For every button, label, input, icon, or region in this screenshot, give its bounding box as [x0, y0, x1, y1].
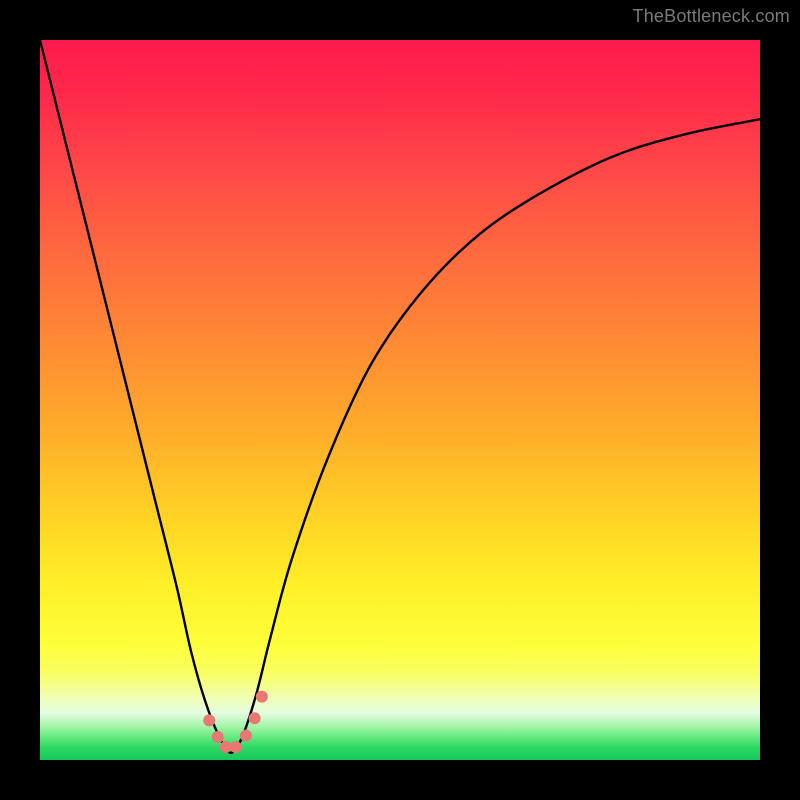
chart-stage: TheBottleneck.com	[0, 0, 800, 800]
dot-6	[249, 712, 261, 724]
dot-7	[256, 691, 268, 703]
watermark-text: TheBottleneck.com	[633, 6, 790, 27]
plot-area	[40, 40, 760, 760]
dot-4	[230, 741, 242, 753]
dot-1	[203, 714, 215, 726]
curve-svg	[40, 40, 760, 760]
dot-5	[240, 730, 252, 742]
dot-2	[212, 731, 224, 743]
marker-group	[203, 691, 268, 753]
bottleneck-curve	[40, 40, 760, 753]
